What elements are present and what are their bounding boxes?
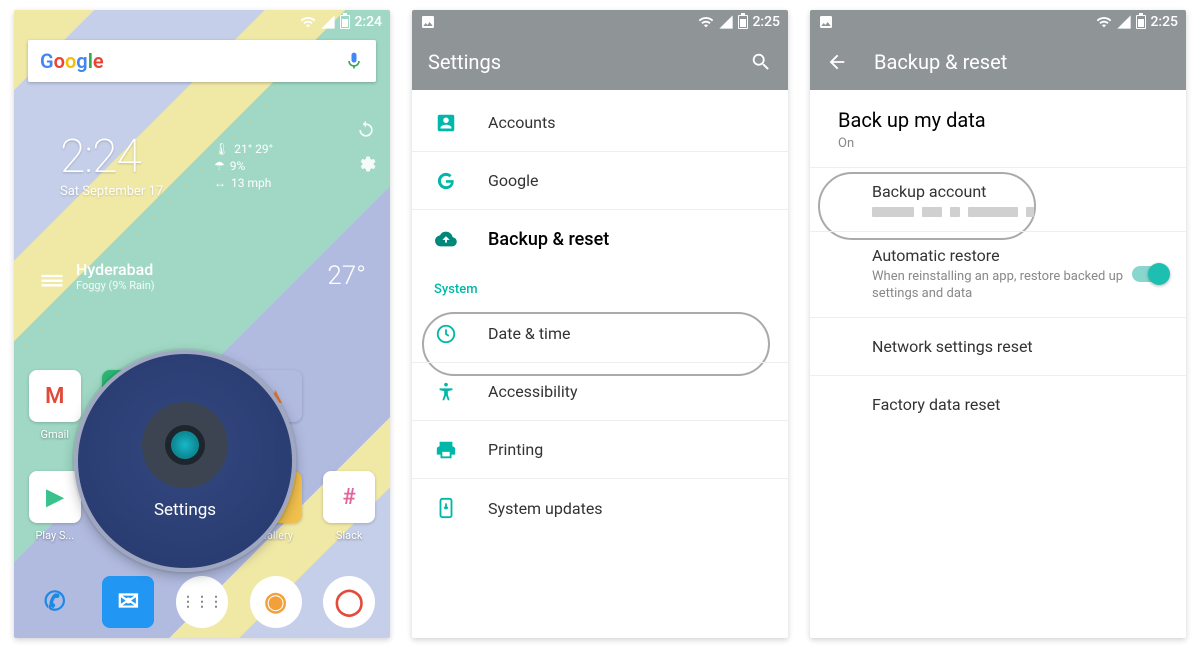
status-bar: 2:24 xyxy=(14,10,390,34)
dock-item-0[interactable]: ✆ xyxy=(18,576,92,628)
clock-time: 2:24 xyxy=(60,130,163,184)
fog-icon xyxy=(38,262,66,290)
back-icon[interactable] xyxy=(826,51,848,73)
city-name: Hyderabad xyxy=(76,260,155,279)
settings-list: AccountsGoogleBackup & reset xyxy=(412,90,788,268)
dock: ✆✉⋮⋮⋮◉◯ xyxy=(14,576,390,628)
screen-settings: 2:25 Settings AccountsGoogleBackup & res… xyxy=(412,10,788,638)
app-bar: Settings xyxy=(412,34,788,90)
wind-icon: ↔ xyxy=(214,176,226,190)
settings-list-system: Date & timeAccessibilityPrintingSystem u… xyxy=(412,301,788,537)
thermometer-icon: 🌡 xyxy=(214,142,229,156)
app-slack[interactable]: #Slack xyxy=(312,471,386,542)
section-system: System xyxy=(412,268,788,301)
temperature: 27° xyxy=(327,261,366,291)
status-bar: 2:25 xyxy=(412,10,788,34)
status-time: 2:25 xyxy=(752,14,780,30)
gear-icon[interactable] xyxy=(356,154,376,174)
battery-icon xyxy=(1136,15,1146,29)
print-icon xyxy=(434,439,458,461)
settings-item-date-time[interactable]: Date & time xyxy=(412,305,788,363)
settings-label: Settings xyxy=(154,500,216,520)
wifi-icon xyxy=(300,14,316,30)
dock-item-1[interactable]: ✉ xyxy=(92,576,166,628)
status-time: 2:25 xyxy=(1150,14,1178,30)
settings-item-accessibility[interactable]: Accessibility xyxy=(412,363,788,421)
conditions: Foggy (9% Rain) xyxy=(76,279,155,292)
accounts-icon xyxy=(434,112,458,134)
dock-item-2[interactable]: ⋮⋮⋮ xyxy=(165,576,239,628)
backup-item-factory-data-reset[interactable]: Factory data reset xyxy=(810,376,1186,434)
settings-highlight-bubble[interactable]: Settings xyxy=(74,350,296,572)
appbar-title: Settings xyxy=(428,50,501,74)
battery-icon xyxy=(738,15,748,29)
search-icon[interactable] xyxy=(750,51,772,73)
appbar-title: Backup & reset xyxy=(874,50,1007,74)
update-icon xyxy=(434,497,458,519)
a11y-icon xyxy=(434,381,458,403)
dock-item-4[interactable]: ◯ xyxy=(312,576,386,628)
wifi-icon xyxy=(1096,14,1112,30)
dock-item-3[interactable]: ◉ xyxy=(239,576,313,628)
wifi-icon xyxy=(698,14,714,30)
backup-item-automatic-restore[interactable]: Automatic restoreWhen reinstalling an ap… xyxy=(810,232,1186,318)
backup-item-backup-account[interactable]: Backup account xyxy=(810,168,1186,232)
widget-controls xyxy=(356,120,376,174)
backup-icon xyxy=(434,228,458,250)
settings-item-system-updates[interactable]: System updates xyxy=(412,479,788,537)
clock-date: Sat September 17 xyxy=(60,184,163,199)
settings-item-backup-reset[interactable]: Backup & reset xyxy=(412,210,788,268)
status-time: 2:24 xyxy=(354,14,382,30)
google-logo: Google xyxy=(40,49,104,73)
image-icon xyxy=(420,14,436,30)
battery-icon xyxy=(340,15,350,29)
screen-backup-reset: 2:25 Backup & reset Back up my dataOnBac… xyxy=(810,10,1186,638)
screen-home: 2:24 Google 2:24 Sat September 17 🌡21° 2… xyxy=(14,10,390,638)
weather-mini: 🌡21° 29° ☂9% ↔13 mph xyxy=(214,142,273,193)
signal-icon xyxy=(320,14,336,30)
settings-item-printing[interactable]: Printing xyxy=(412,421,788,479)
clock-widget[interactable]: 2:24 Sat September 17 xyxy=(60,130,163,199)
clock-icon xyxy=(434,323,458,345)
toggle-switch[interactable] xyxy=(1132,266,1168,282)
backup-item-back-up-my-data[interactable]: Back up my dataOn xyxy=(810,94,1186,168)
image-icon xyxy=(818,14,834,30)
google-search-bar[interactable]: Google xyxy=(28,40,376,82)
refresh-icon[interactable] xyxy=(356,120,376,140)
signal-icon xyxy=(718,14,734,30)
google-icon xyxy=(434,170,458,192)
app-bar: Backup & reset xyxy=(810,34,1186,90)
settings-item-accounts[interactable]: Accounts xyxy=(412,94,788,152)
backup-list: Back up my dataOnBackup accountAutomatic… xyxy=(810,90,1186,434)
settings-item-google[interactable]: Google xyxy=(412,152,788,210)
backup-item-network-settings-reset[interactable]: Network settings reset xyxy=(810,318,1186,376)
signal-icon xyxy=(1116,14,1132,30)
mic-icon[interactable] xyxy=(344,51,364,71)
weather-row[interactable]: Hyderabad Foggy (9% Rain) 27° xyxy=(38,260,366,292)
umbrella-icon: ☂ xyxy=(214,159,225,173)
settings-icon xyxy=(142,402,228,488)
status-bar: 2:25 xyxy=(810,10,1186,34)
